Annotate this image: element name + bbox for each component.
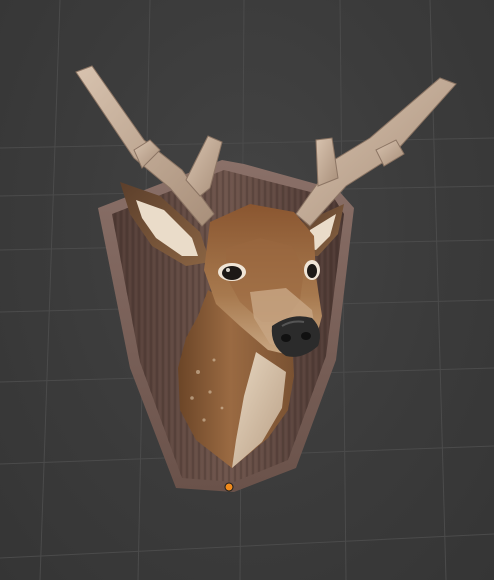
deer-eye-left [218,263,246,281]
deer-right-antler[interactable] [295,77,457,227]
viewport-scene[interactable] [0,0,494,580]
object-origin-marker[interactable] [224,482,234,492]
3d-viewport[interactable] [0,0,494,580]
deer-eye-right [304,260,320,280]
